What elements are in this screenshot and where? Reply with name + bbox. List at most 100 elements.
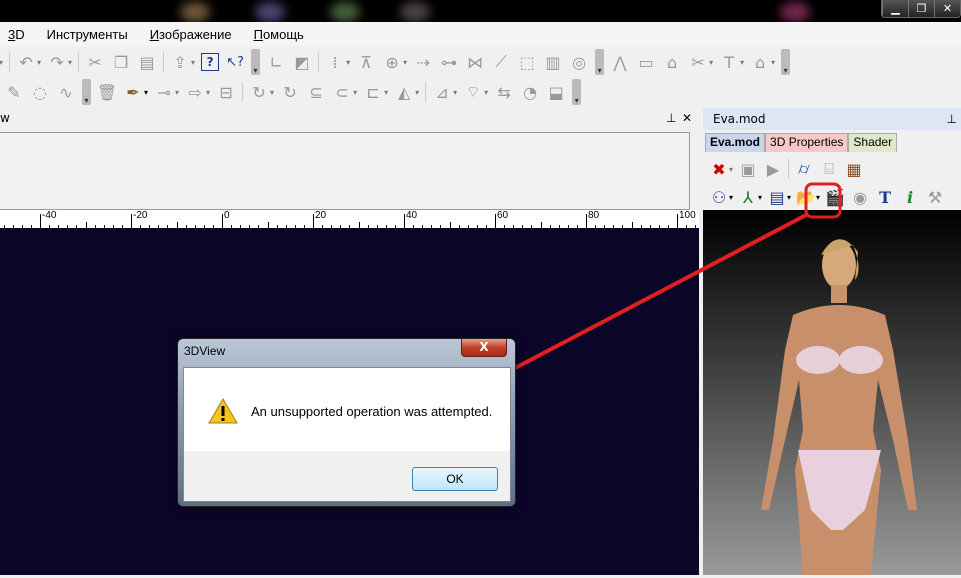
tab-3d-properties[interactable]: 3D Properties <box>765 133 849 152</box>
undo-icon[interactable]: ↶ <box>16 52 36 72</box>
tab-shader[interactable]: Shader <box>848 133 898 152</box>
select-icon[interactable]: ⬚ <box>517 52 537 72</box>
error-dialog: 3DView X An unsupported operation was at… <box>177 338 516 507</box>
open-avatar-icon[interactable]: 📂 <box>796 187 816 207</box>
corner-icon[interactable]: ⊏ <box>363 82 383 102</box>
scissor-piece-icon[interactable]: ✂ <box>688 52 708 72</box>
frame-icon[interactable]: ⊟ <box>216 82 236 102</box>
rounded-icon[interactable]: ◔ <box>520 82 540 102</box>
ruler-tick <box>131 214 132 228</box>
desktop-taskbar: ▁ ❐ ✕ <box>0 0 961 22</box>
avatar-model <box>761 239 917 575</box>
pen-tool-icon[interactable]: ✎ <box>4 82 24 102</box>
pattern-icon[interactable]: ⋀ <box>610 52 630 72</box>
ruler: -40 -20 0 20 40 60 80 100 <box>0 210 699 228</box>
ruler-label: 100 <box>679 210 696 221</box>
cylinder-frame-icon[interactable]: ⌸ <box>819 159 839 179</box>
lasso-icon[interactable]: ◌ <box>30 82 50 102</box>
toolbar-grip[interactable]: ▾ <box>82 79 91 105</box>
fold-icon[interactable]: ⊿ <box>432 82 452 102</box>
slash-icon[interactable]: ⟋ <box>491 52 511 72</box>
add-shape-icon[interactable]: ⊕ <box>382 52 402 72</box>
view-panel-title: w <box>0 111 10 125</box>
paste-icon[interactable]: ▤ <box>137 52 157 72</box>
model-toolbar-2: ⚇ ▾ ⅄ ▾ ▤ ▾ 📂 ▾ 🎬 ◉ T i ⚒ <box>705 183 945 211</box>
transfer-icon[interactable]: ⇨ <box>185 82 205 102</box>
tab-eva-mod[interactable]: Eva.mod <box>705 133 766 152</box>
copy-icon[interactable]: ❐ <box>111 52 131 72</box>
layers-icon[interactable]: ▥ <box>543 52 563 72</box>
export-icon[interactable]: ⇪ <box>170 52 190 72</box>
remove-model-icon[interactable]: ✖ <box>709 159 729 179</box>
measure-icon[interactable]: ▭ <box>636 52 656 72</box>
move-icon[interactable]: ⇢ <box>413 52 433 72</box>
toolbar-grip[interactable]: ▾ <box>781 49 791 75</box>
insert-icon[interactable]: ⬓ <box>546 82 566 102</box>
window-controls: ▁ ❐ ✕ <box>881 0 961 18</box>
pin-icon[interactable]: ⊥ <box>947 108 957 130</box>
node-icon[interactable]: ⊶ <box>439 52 459 72</box>
dialog-footer: OK <box>184 451 510 501</box>
render-icon[interactable]: ◉ <box>850 187 870 207</box>
3d-model-view[interactable] <box>703 210 961 575</box>
redo-icon[interactable]: ↷ <box>47 52 67 72</box>
house-icon[interactable]: ⌂ <box>750 52 770 72</box>
fountain-pen-icon[interactable]: ✒ <box>123 82 143 102</box>
model-panel-header: Eva.mod ⊥ <box>703 108 961 130</box>
rotate-c-icon[interactable]: ⊂ <box>332 82 352 102</box>
cylinder-icon[interactable]: ⌭ <box>794 159 814 179</box>
display-icon[interactable]: ▤ <box>767 187 787 207</box>
shape-icon[interactable]: ⊼ <box>356 52 376 72</box>
texture-export-icon[interactable]: ▦ <box>844 159 864 179</box>
circle-icon[interactable]: ◎ <box>569 52 589 72</box>
points-icon[interactable]: ⁞ <box>325 52 345 72</box>
rotate-cw-icon[interactable]: ↻ <box>280 82 300 102</box>
text-piece-icon[interactable]: T <box>719 52 739 72</box>
trash-icon[interactable]: 🗑 <box>97 82 117 102</box>
menu-tools[interactable]: Инструменты <box>47 27 128 42</box>
rotate-icon[interactable]: ↻ <box>249 82 269 102</box>
model-view-icon[interactable]: ▣ <box>738 159 758 179</box>
piece-icon[interactable]: ⌂ <box>662 52 682 72</box>
wrench-icon[interactable]: ⚒ <box>925 187 945 207</box>
ruler-label: -40 <box>42 210 57 221</box>
dart-icon[interactable]: ⌔ <box>463 82 483 102</box>
wave-icon[interactable]: ∿ <box>56 82 76 102</box>
curve-icon[interactable]: ∟ <box>266 52 286 72</box>
clapperboard-icon[interactable]: 🎬 <box>825 187 845 207</box>
ok-button[interactable]: OK <box>412 467 498 491</box>
swap-icon[interactable]: ⇆ <box>494 82 514 102</box>
help-icon[interactable]: ? <box>201 53 220 71</box>
ruler-tick <box>313 214 314 228</box>
context-help-icon[interactable]: ↖? <box>225 52 245 72</box>
toolbar-row-1: ▾ ↶ ▾ ↷ ▾ ✂ ❐ ▤ ⇪ ▾ ? ↖? ▾ ∟ ◩ ⁞ ▾ ⊼ ⊕ ▾ ⇢ ⊶ … <box>0 48 791 76</box>
ruler-tick <box>404 214 405 228</box>
dialog-close-button[interactable]: X <box>461 339 507 357</box>
close-panel-icon[interactable]: ✕ <box>682 108 692 128</box>
dialog-title: 3DView <box>184 344 226 358</box>
info-icon[interactable]: i <box>900 187 920 207</box>
menu-help[interactable]: Помощь <box>254 27 304 42</box>
flip-icon[interactable]: ◭ <box>394 82 414 102</box>
menu-image[interactable]: Изображение <box>150 27 232 42</box>
rotate-align-icon[interactable]: ⊆ <box>306 82 326 102</box>
axes-icon[interactable]: ⅄ <box>738 187 758 207</box>
avatar-settings-icon[interactable]: ⚇ <box>709 187 729 207</box>
text-icon[interactable]: T <box>875 187 895 207</box>
dialog-message: An unsupported operation was attempted. <box>251 404 493 419</box>
ruler-label: 80 <box>588 210 600 221</box>
toolbar-grip[interactable]: ▾ <box>572 79 582 105</box>
menu-3d[interactable]: 3D <box>8 27 25 42</box>
minimize-button[interactable]: ▁ <box>882 0 908 17</box>
close-button[interactable]: ✕ <box>934 0 960 17</box>
pin-icon[interactable]: ⊥ <box>666 108 676 128</box>
restore-button[interactable]: ❐ <box>908 0 934 17</box>
slider-icon[interactable]: ⊸ <box>154 82 174 102</box>
toolbar-grip[interactable]: ▾ <box>251 49 261 75</box>
play-icon[interactable]: ▶ <box>763 159 783 179</box>
toolbar-grip[interactable]: ▾ <box>595 49 605 75</box>
cut-icon[interactable]: ✂ <box>85 52 105 72</box>
triangle-icon[interactable]: ◩ <box>292 52 312 72</box>
mirror-icon[interactable]: ⋈ <box>465 52 485 72</box>
ruler-tick <box>495 214 496 228</box>
